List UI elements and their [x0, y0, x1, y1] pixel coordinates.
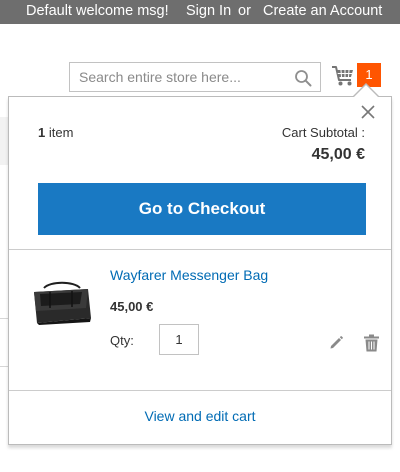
divider: [9, 390, 391, 391]
subtotal-label: Cart Subtotal :: [281, 125, 365, 140]
trash-icon[interactable]: [363, 334, 380, 352]
go-to-checkout-button[interactable]: Go to Checkout: [38, 183, 366, 235]
item-count-label: item: [48, 125, 74, 140]
sign-in-link[interactable]: Sign In: [186, 1, 231, 21]
subtotal-value: 45,00 €: [311, 146, 365, 163]
divider: [9, 249, 391, 250]
view-edit-cart-link[interactable]: View and edit cart: [0, 408, 400, 424]
item-count-number: 1: [38, 125, 46, 140]
pencil-icon[interactable]: [328, 335, 344, 351]
shopping-cart-icon[interactable]: [331, 65, 355, 87]
top-header-bar: Default welcome msg! Sign In or Create a…: [0, 0, 400, 24]
background-divider: [0, 318, 8, 319]
background-strip: [0, 117, 8, 165]
create-account-link[interactable]: Create an Account: [263, 1, 382, 21]
product-price: 45,00 €: [110, 299, 154, 314]
search-input[interactable]: [70, 63, 290, 91]
product-image[interactable]: [30, 278, 94, 326]
search-icon[interactable]: [294, 69, 312, 87]
qty-label: Qty:: [110, 333, 134, 348]
cart-item-count: 1 item: [38, 125, 73, 140]
product-name-link[interactable]: Wayfarer Messenger Bag: [110, 267, 268, 283]
background-divider: [0, 366, 8, 367]
dropdown-arrow-fill: [354, 85, 378, 97]
or-separator: or: [238, 3, 251, 19]
search-box: [69, 62, 321, 92]
qty-input[interactable]: [159, 324, 199, 355]
welcome-message: Default welcome msg!: [26, 3, 169, 19]
close-icon[interactable]: [360, 104, 376, 120]
